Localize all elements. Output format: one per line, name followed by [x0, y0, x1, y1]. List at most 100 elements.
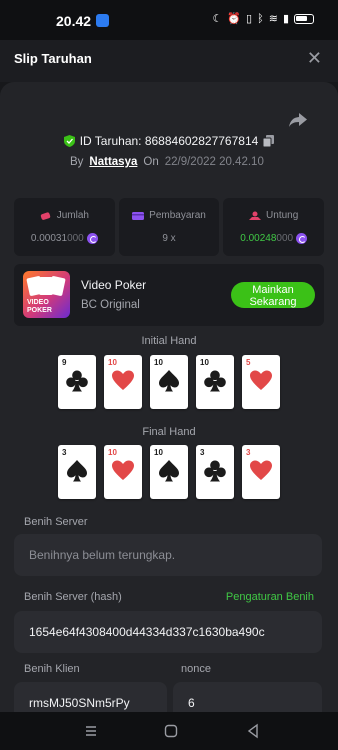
bet-slip-sheet: ID Taruhan: 86884602827767814 By Nattasy…	[0, 82, 338, 712]
bet-date: 22/9/2022 20.42.10	[164, 156, 264, 168]
card-rank: 10	[154, 448, 163, 457]
card-rank: 10	[108, 358, 117, 367]
stat-profit: Untung 0.00248000	[223, 198, 325, 256]
client-seed-value: rmsMJ50SNm5rPy	[29, 696, 130, 710]
stat-amount-value: 0.00031	[30, 233, 68, 244]
status-bar: 20.42 ☾ ⏰ ▯ ᛒ ≋ ▮	[0, 0, 338, 40]
video-poker-thumbnail: VIDEO POKER	[23, 271, 70, 318]
club-icon	[66, 370, 88, 392]
stat-amount-suffix: 000	[67, 233, 84, 244]
bet-id-row: ID Taruhan: 86884602827767814	[0, 134, 338, 148]
nonce-label: nonce	[181, 663, 211, 675]
seed-settings-link[interactable]: Pengaturan Benih	[226, 591, 314, 603]
final_hand-card-1: 3	[58, 445, 96, 499]
final_hand-card-2: 10	[104, 445, 142, 499]
final_hand-card-5: 3	[242, 445, 280, 499]
profit-icon	[249, 211, 262, 220]
club-icon	[204, 370, 226, 392]
card-rank: 5	[246, 358, 251, 367]
heart-icon	[112, 460, 134, 480]
initial_hand-card-3: 10	[150, 355, 188, 409]
card-rank: 3	[200, 448, 205, 457]
vibrate-icon: ▯	[246, 13, 253, 25]
bet-stats: Jumlah 0.00031000 Pembayaran 9 x Untung …	[14, 198, 325, 256]
spade-icon	[67, 460, 87, 482]
server-seed-field[interactable]: Benihnya belum terungkap.	[14, 534, 322, 576]
nonce-field[interactable]: 6	[173, 682, 322, 712]
thumb-line1: VIDEO	[27, 299, 49, 306]
card-rank: 10	[154, 358, 163, 367]
thumb-line2: POKER	[27, 307, 52, 314]
spade-icon	[159, 370, 179, 392]
play-now-line2: Sekarang	[249, 295, 297, 308]
play-now-button[interactable]: Mainkan Sekarang	[231, 282, 315, 308]
page-title: Slip Taruhan	[14, 51, 92, 66]
initial-hand: 9 10 10 10 5	[58, 355, 282, 409]
recent-apps-icon[interactable]	[83, 723, 99, 739]
initial-hand-label: Initial Hand	[141, 335, 197, 347]
final-hand: 3 10 10 3 3	[58, 445, 282, 499]
initial_hand-card-1: 9	[58, 355, 96, 409]
card-rank: 10	[200, 358, 209, 367]
initial_hand-card-2: 10	[104, 355, 142, 409]
stat-payout-label: Pembayaran	[149, 210, 206, 221]
system-nav-bar	[0, 712, 338, 750]
alarm-icon: ⏰	[227, 13, 242, 25]
share-icon[interactable]	[288, 112, 308, 128]
header: Slip Taruhan ✕	[0, 40, 338, 82]
stat-payout: Pembayaran 9 x	[118, 198, 220, 256]
heart-icon	[112, 370, 134, 390]
card-icon	[132, 211, 145, 220]
bluetooth-icon: ᛒ	[257, 12, 264, 25]
heart-icon	[250, 460, 272, 480]
copy-icon[interactable]	[263, 135, 275, 147]
coin-icon	[86, 233, 98, 244]
spade-icon	[159, 460, 179, 482]
home-icon[interactable]	[163, 723, 179, 739]
on-label: On	[143, 156, 159, 168]
back-icon[interactable]	[245, 723, 261, 739]
bet-byline: By Nattasya On 22/9/2022 20.42.10	[70, 156, 264, 168]
client-seed-field[interactable]: rmsMJ50SNm5rPy	[14, 682, 167, 712]
chips-icon	[40, 211, 50, 220]
stat-profit-label: Untung	[266, 210, 299, 221]
play-now-line1: Mainkan	[252, 283, 294, 296]
status-icons: ☾ ⏰ ▯ ᛒ ≋ ▮	[212, 12, 314, 25]
club-icon	[204, 460, 226, 482]
game-provider: BC Original	[81, 299, 140, 311]
by-label: By	[70, 156, 84, 168]
wifi-icon: ≋	[268, 13, 278, 25]
final-hand-label: Final Hand	[142, 426, 196, 438]
client-seed-label: Benih Klien	[24, 663, 80, 675]
initial_hand-card-4: 10	[196, 355, 234, 409]
signal-icon: ▮	[282, 13, 289, 25]
card-rank: 10	[108, 448, 117, 457]
moon-icon: ☾	[212, 13, 223, 25]
bet-id: ID Taruhan: 86884602827767814	[79, 134, 259, 148]
server-seed-hash-field[interactable]: 1654e64f4308400d44334d337c1630ba490c	[14, 611, 322, 653]
battery-icon	[294, 13, 314, 24]
server-seed-placeholder: Benihnya belum terungkap.	[29, 548, 176, 562]
stat-profit-suffix: 000	[276, 233, 294, 244]
stat-amount: Jumlah 0.00031000	[14, 198, 115, 256]
game-name: Video Poker	[81, 278, 147, 292]
card-rank: 3	[246, 448, 251, 457]
username-link[interactable]: Nattasya	[89, 156, 137, 168]
stat-payout-value: 9 x	[162, 233, 176, 244]
stat-profit-value: 0.00248	[240, 233, 277, 244]
close-icon[interactable]: ✕	[307, 48, 322, 69]
server-seed-hash-label: Benih Server (hash)	[24, 591, 122, 603]
card-rank: 9	[62, 358, 67, 367]
final_hand-card-4: 3	[196, 445, 234, 499]
stat-amount-label: Jumlah	[56, 210, 89, 221]
game-card: VIDEO POKER Video Poker BC Original Main…	[14, 264, 324, 326]
heart-icon	[250, 370, 272, 390]
initial_hand-card-5: 5	[242, 355, 280, 409]
verified-shield-icon	[63, 135, 75, 147]
server-seed-hash-value: 1654e64f4308400d44334d337c1630ba490c	[29, 625, 265, 639]
server-seed-label: Benih Server	[24, 516, 88, 528]
final_hand-card-3: 10	[150, 445, 188, 499]
coin-icon	[296, 233, 308, 244]
app-notification-icon	[96, 14, 109, 27]
card-rank: 3	[62, 448, 67, 457]
